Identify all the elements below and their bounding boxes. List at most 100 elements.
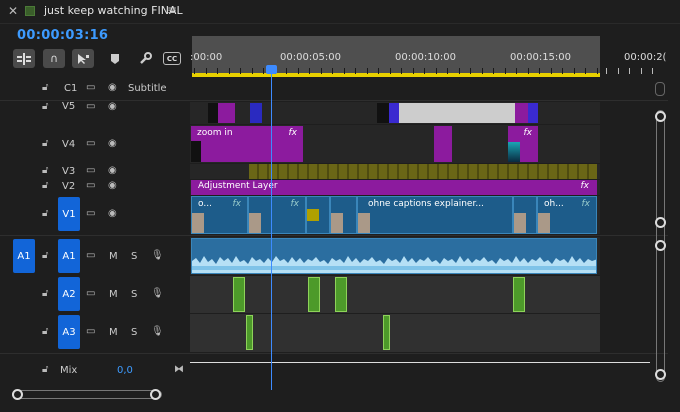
horizontal-scroll-knob-left[interactable] bbox=[12, 389, 23, 400]
v5-clip[interactable] bbox=[528, 103, 538, 123]
ruler-tick bbox=[240, 68, 241, 74]
insert-nest-icon[interactable] bbox=[13, 49, 35, 68]
sync-lock-icon[interactable]: ▭ bbox=[86, 250, 95, 261]
mix-toggle-icon[interactable]: ⧓ bbox=[174, 364, 184, 375]
a2-audio-clip[interactable] bbox=[308, 277, 320, 312]
toggle-output-icon[interactable]: ▭ bbox=[86, 165, 95, 176]
playhead-handle[interactable] bbox=[266, 65, 277, 74]
lock-icon[interactable]: 🔓︎ bbox=[42, 165, 48, 176]
ruler-tick bbox=[251, 68, 253, 74]
snap-icon[interactable]: ∩ bbox=[43, 49, 65, 68]
lock-icon[interactable]: 🔓︎ bbox=[42, 101, 48, 112]
microphone-icon[interactable]: 🎙︎ bbox=[151, 288, 164, 299]
v5-clip[interactable] bbox=[399, 103, 515, 123]
track-v5-name: V5 bbox=[62, 101, 76, 112]
track-a3-target[interactable]: A3 bbox=[58, 315, 80, 349]
v1-clip[interactable]: oh... fx bbox=[537, 196, 597, 234]
v3-clip[interactable] bbox=[249, 164, 597, 179]
vertical-scroll-knob[interactable] bbox=[655, 240, 666, 251]
v4-clip[interactable]: fx bbox=[508, 126, 538, 162]
close-tab-icon[interactable]: ✕ bbox=[8, 4, 18, 18]
mute-button[interactable]: M bbox=[109, 251, 118, 262]
eye-icon[interactable]: ◉ bbox=[108, 180, 117, 191]
a2-audio-clip[interactable] bbox=[233, 277, 245, 312]
track-a2-area[interactable] bbox=[190, 276, 600, 313]
ruler-label-15: 00:00:15:00 bbox=[510, 52, 572, 63]
v1-clip[interactable]: fx bbox=[248, 196, 306, 234]
v1-clip[interactable] bbox=[306, 196, 330, 234]
solo-button[interactable]: S bbox=[131, 289, 137, 300]
vertical-scroll-knob-bottom[interactable] bbox=[655, 369, 666, 380]
lock-icon[interactable]: 🔓︎ bbox=[42, 208, 48, 219]
microphone-icon[interactable]: 🎙︎ bbox=[151, 326, 164, 337]
track-v2-name: V2 bbox=[62, 181, 76, 192]
sequence-title[interactable]: just keep watching FINAL bbox=[44, 4, 183, 17]
panel-menu-icon[interactable]: ≡ bbox=[167, 3, 177, 17]
v1-clip[interactable] bbox=[330, 196, 357, 234]
v5-clip[interactable] bbox=[208, 103, 218, 123]
track-a1-target[interactable]: A1 bbox=[58, 239, 80, 273]
zoom-in-clip[interactable]: zoom in fx bbox=[191, 126, 303, 162]
caption-track-scroll[interactable] bbox=[655, 82, 665, 96]
eye-icon[interactable]: ◉ bbox=[108, 82, 117, 93]
solo-button[interactable]: S bbox=[131, 251, 137, 262]
microphone-icon[interactable]: 🎙︎ bbox=[151, 250, 164, 261]
eye-icon[interactable]: ◉ bbox=[108, 165, 117, 176]
wrench-settings-icon[interactable] bbox=[134, 49, 156, 68]
horizontal-scrollbar[interactable] bbox=[12, 390, 162, 399]
linked-selection-icon[interactable] bbox=[72, 49, 94, 68]
a2-audio-clip[interactable] bbox=[335, 277, 347, 312]
track-c1-area[interactable] bbox=[190, 78, 600, 100]
solo-button[interactable]: S bbox=[131, 327, 137, 338]
lock-icon[interactable]: 🔓︎ bbox=[42, 138, 48, 149]
mute-button[interactable]: M bbox=[109, 327, 118, 338]
sync-lock-icon[interactable]: ▭ bbox=[86, 288, 95, 299]
horizontal-scroll-knob-right[interactable] bbox=[150, 389, 161, 400]
add-marker-icon[interactable] bbox=[104, 49, 126, 68]
v5-clip[interactable] bbox=[515, 103, 528, 123]
eye-icon[interactable]: ◉ bbox=[108, 138, 117, 149]
adjustment-layer-clip[interactable]: Adjustment Layer fx bbox=[191, 180, 597, 195]
ruler-tick bbox=[629, 68, 630, 74]
ruler-tick bbox=[527, 68, 529, 74]
toggle-output-icon[interactable]: ▭ bbox=[86, 208, 95, 219]
eye-icon[interactable]: ◉ bbox=[108, 208, 117, 219]
ruler-tick bbox=[652, 68, 653, 74]
v5-clip[interactable] bbox=[218, 103, 235, 123]
v4-clip[interactable] bbox=[434, 126, 452, 162]
lock-icon[interactable]: 🔓︎ bbox=[42, 326, 48, 337]
vertical-scroll-knob[interactable] bbox=[655, 217, 666, 228]
toggle-output-icon[interactable]: ▭ bbox=[86, 138, 95, 149]
v1-clip[interactable]: ohne captions explainer... bbox=[357, 196, 513, 234]
mix-volume-value[interactable]: 0,0 bbox=[117, 365, 133, 376]
a3-audio-clip[interactable] bbox=[246, 315, 253, 350]
a3-audio-clip[interactable] bbox=[383, 315, 390, 350]
a2-audio-clip[interactable] bbox=[513, 277, 525, 312]
clip-thumbnail bbox=[249, 213, 261, 233]
captions-icon[interactable]: CC bbox=[163, 52, 181, 65]
toggle-output-icon[interactable]: ▭ bbox=[86, 101, 95, 112]
toggle-output-icon[interactable]: ▭ bbox=[86, 82, 95, 93]
lock-icon[interactable]: 🔓︎ bbox=[42, 250, 48, 261]
ruler-tick bbox=[562, 68, 563, 74]
toggle-output-icon[interactable]: ▭ bbox=[86, 180, 95, 191]
playhead-timecode[interactable]: 00:00:03:16 bbox=[17, 28, 108, 43]
v1-clip[interactable] bbox=[513, 196, 537, 234]
a1-audio-clip[interactable] bbox=[191, 238, 597, 274]
track-a2-target[interactable]: A2 bbox=[58, 277, 80, 311]
lock-icon[interactable]: 🔓︎ bbox=[42, 364, 48, 375]
vertical-scroll-knob-top[interactable] bbox=[655, 111, 666, 122]
source-patch-a1[interactable]: A1 bbox=[13, 239, 35, 273]
sync-lock-icon[interactable]: ▭ bbox=[86, 326, 95, 337]
eye-icon[interactable]: ◉ bbox=[108, 101, 117, 112]
v5-clip[interactable] bbox=[250, 103, 262, 123]
playhead-line[interactable] bbox=[271, 65, 272, 390]
track-v1-target[interactable]: V1 bbox=[58, 197, 80, 231]
lock-icon[interactable]: 🔓︎ bbox=[42, 82, 48, 93]
lock-icon[interactable]: 🔓︎ bbox=[42, 180, 48, 191]
v5-clip[interactable] bbox=[389, 103, 399, 123]
v5-clip[interactable] bbox=[377, 103, 389, 123]
lock-icon[interactable]: 🔓︎ bbox=[42, 288, 48, 299]
v1-clip[interactable]: o... fx bbox=[191, 196, 248, 234]
mute-button[interactable]: M bbox=[109, 289, 118, 300]
